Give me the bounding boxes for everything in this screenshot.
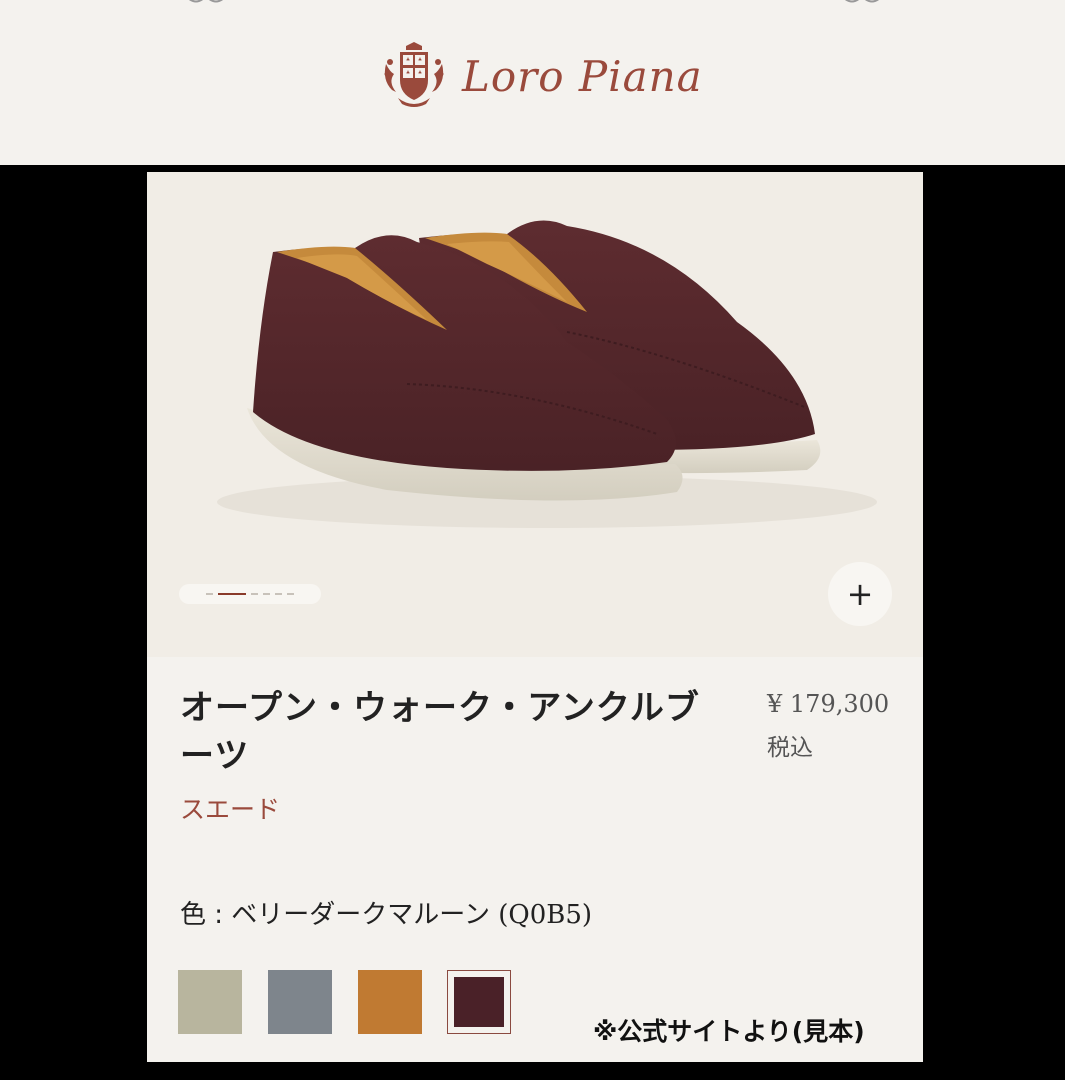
- pager-dash[interactable]: [251, 593, 258, 595]
- decorative-ornament-icon: [844, 0, 880, 3]
- source-note: ※公式サイトより(見本): [593, 1017, 865, 1046]
- product-title: オープン・ウォーク・アンクルブーツ: [180, 688, 700, 776]
- color-swatch-very-dark-maroon[interactable]: [447, 970, 511, 1034]
- site-header: Loro Piana: [0, 0, 1065, 165]
- swatch-fill: [358, 970, 422, 1034]
- product-image-gallery[interactable]: +: [147, 172, 923, 657]
- pager-dash[interactable]: [287, 593, 294, 595]
- brand-crest-icon: [384, 42, 444, 107]
- swatch-fill: [178, 970, 242, 1034]
- color-name: 色 : ベリーダークマルーン: [180, 900, 490, 930]
- product-price: ¥ 179,300: [767, 690, 890, 718]
- product-card: + オープン・ウォーク・アンクルブーツ スエード ¥ 179,300 税込 色 …: [147, 172, 923, 1062]
- color-swatch-caramel[interactable]: [358, 970, 422, 1034]
- pager-dash[interactable]: [263, 593, 270, 595]
- tax-included-label: 税込: [767, 735, 813, 761]
- color-swatch-sage[interactable]: [178, 970, 242, 1034]
- brand-wordmark: Loro Piana: [462, 51, 703, 101]
- product-material: スエード: [180, 795, 281, 824]
- decorative-ornament-icon: [188, 0, 224, 3]
- swatch-fill: [268, 970, 332, 1034]
- pager-dash[interactable]: [206, 593, 213, 595]
- color-swatch-slate[interactable]: [268, 970, 332, 1034]
- pager-dash[interactable]: [275, 593, 282, 595]
- color-code: (Q0B5): [498, 900, 593, 930]
- pager-dash[interactable]: [218, 593, 246, 595]
- gallery-pager[interactable]: [179, 584, 321, 604]
- swatch-fill: [454, 977, 504, 1027]
- selected-color-label: 色 : ベリーダークマルーン (Q0B5): [180, 894, 592, 931]
- zoom-button[interactable]: +: [828, 562, 892, 626]
- brand-logo[interactable]: Loro Piana: [378, 40, 703, 112]
